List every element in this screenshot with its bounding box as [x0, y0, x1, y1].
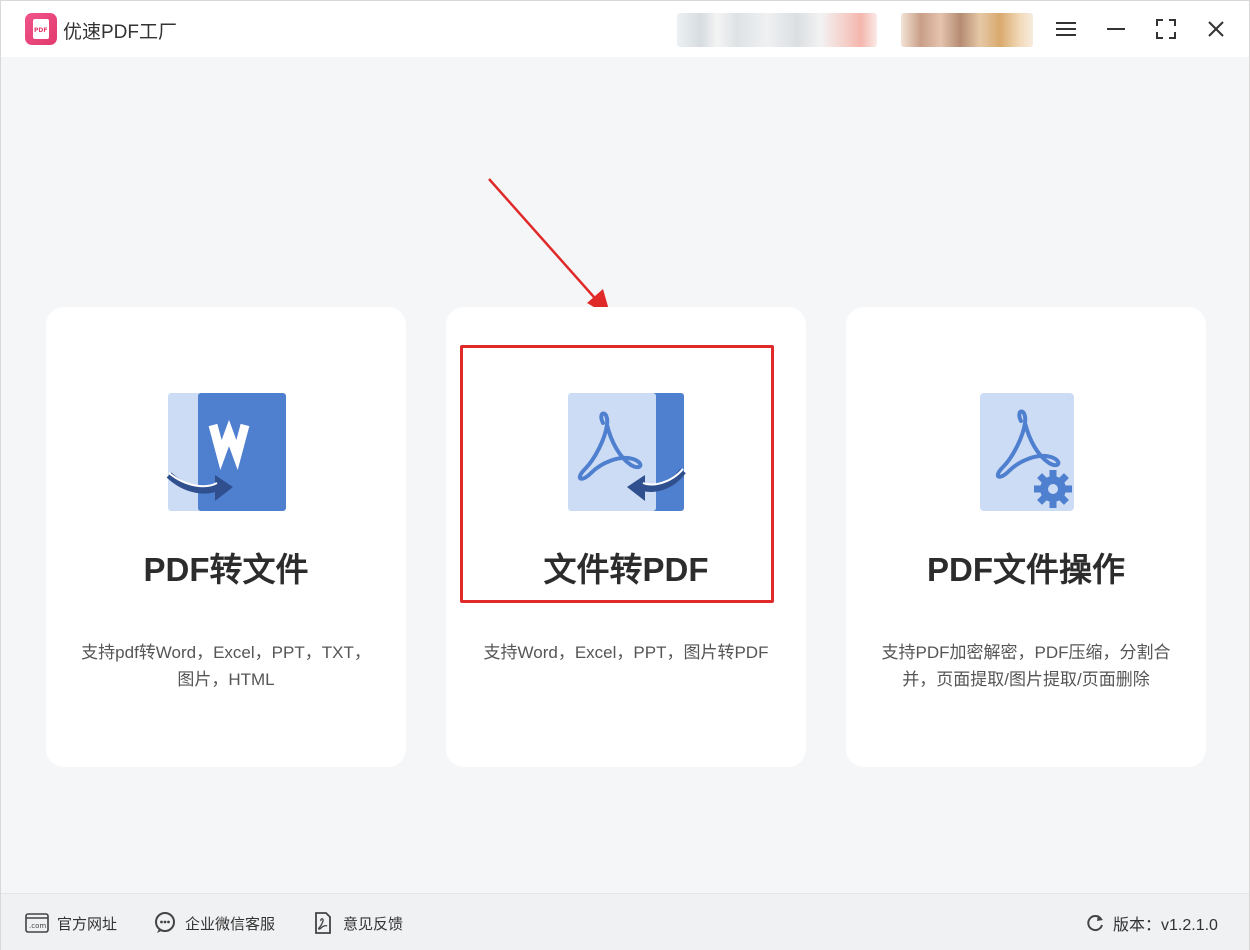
official-website-link[interactable]: .com 官方网址 — [25, 911, 117, 935]
maximize-icon — [1156, 19, 1176, 39]
official-website-label: 官方网址 — [57, 915, 118, 933]
feedback-label: 意见反馈 — [343, 915, 404, 933]
card-desc-line: 图片，HTML — [177, 670, 275, 689]
pdf-convert-icon — [568, 393, 686, 511]
word-convert-icon — [166, 393, 286, 511]
feedback-link[interactable]: 意见反馈 — [311, 911, 403, 935]
card-desc-line: 支持pdf转Word，Excel，PPT，TXT， — [81, 643, 371, 662]
card-desc-line: 支持Word，Excel，PPT，图片转PDF — [483, 643, 769, 662]
wechat-support-label: 企业微信客服 — [185, 915, 276, 933]
card-description: 支持pdf转Word，Excel，PPT，TXT， 图片，HTML — [70, 639, 382, 693]
app-title: 优速PDF工厂 — [63, 22, 178, 43]
card-pdf-to-file[interactable]: PDF转文件 支持pdf转Word，Excel，PPT，TXT， 图片，HTML — [46, 307, 406, 767]
website-icon: .com — [25, 913, 49, 933]
version-check[interactable]: 版本：v1.2.1.0 — [1083, 911, 1218, 935]
card-desc-line: 支持PDF加密解密，PDF压缩，分割合 — [881, 643, 1171, 662]
close-icon — [1208, 21, 1224, 37]
chat-bubble-icon — [155, 912, 175, 933]
wechat-support-link[interactable]: 企业微信客服 — [153, 911, 275, 935]
menu-button[interactable] — [1048, 11, 1084, 47]
version-label: 版本：v1.2.1.0 — [1113, 917, 1218, 934]
card-desc-line: 并，页面提取/图片提取/页面删除 — [902, 670, 1150, 689]
user-account-info[interactable] — [677, 13, 877, 47]
minimize-icon — [1107, 28, 1125, 30]
pdf-settings-icon — [980, 393, 1074, 511]
card-title: 文件转PDF — [543, 551, 709, 588]
card-description: 支持PDF加密解密，PDF压缩，分割合 并，页面提取/图片提取/页面删除 — [870, 639, 1182, 693]
app-window: PDF 优速PDF工厂 PDF转文件 支持pdf转Word，Excel，PPT，… — [0, 0, 1250, 950]
user-avatar-area[interactable] — [901, 13, 1033, 47]
minimize-button[interactable] — [1098, 11, 1134, 47]
maximize-button[interactable] — [1148, 11, 1184, 47]
footer-bar: .com 官方网址 企业微信客服 意见反馈 版本：v1.2.1.0 — [1, 893, 1249, 950]
svg-text:.com: .com — [29, 922, 46, 930]
card-file-to-pdf[interactable]: 文件转PDF 支持Word，Excel，PPT，图片转PDF — [446, 307, 806, 767]
card-title: PDF转文件 — [143, 551, 309, 588]
card-pdf-operations[interactable]: PDF文件操作 支持PDF加密解密，PDF压缩，分割合 并，页面提取/图片提取/… — [846, 307, 1206, 767]
feedback-icon — [315, 912, 331, 934]
card-description: 支持Word，Excel，PPT，图片转PDF — [470, 639, 782, 666]
close-button[interactable] — [1198, 11, 1234, 47]
card-title: PDF文件操作 — [927, 551, 1125, 588]
refresh-icon — [1087, 915, 1103, 932]
menu-icon — [1056, 22, 1076, 36]
title-bar: PDF 优速PDF工厂 — [1, 1, 1249, 57]
app-logo-icon: PDF — [25, 13, 57, 45]
